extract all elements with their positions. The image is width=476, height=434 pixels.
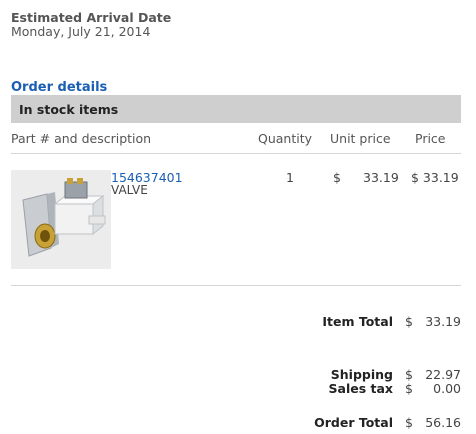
order-total-currency: $: [405, 415, 413, 430]
product-image[interactable]: [11, 170, 111, 269]
shipping-value: 22.97: [425, 367, 461, 382]
item-quantity: 1: [286, 170, 294, 185]
sales-tax-currency: $: [405, 381, 413, 396]
column-header-unit-price: Unit price: [330, 131, 391, 146]
sales-tax-label: Sales tax: [328, 381, 393, 396]
item-price: $ 33.19: [411, 170, 459, 185]
shipping-label: Shipping: [330, 367, 393, 382]
arrival-label: Estimated Arrival Date: [11, 10, 172, 25]
shipping-currency: $: [405, 367, 413, 382]
item-total-value: 33.19: [425, 314, 461, 329]
item-total-label: Item Total: [322, 314, 393, 329]
column-header-quantity: Quantity: [258, 131, 313, 146]
item-unit-price: 33.19: [363, 170, 399, 185]
arrival-date: Monday, July 21, 2014: [11, 24, 151, 39]
items-divider: [11, 285, 461, 286]
order-total-label: Order Total: [314, 415, 393, 430]
order-details-link[interactable]: Order details: [11, 80, 107, 95]
item-total-currency: $: [405, 314, 413, 329]
part-description: VALVE: [111, 183, 148, 197]
section-header: In stock items: [11, 95, 461, 123]
sales-tax-value: 0.00: [433, 381, 461, 396]
valve-image-icon: [11, 170, 111, 269]
order-total-value: 56.16: [425, 415, 461, 430]
unit-price-currency: $: [333, 170, 341, 185]
column-header-part: Part # and description: [11, 131, 152, 146]
column-header-price: Price: [415, 131, 446, 146]
header-divider: [11, 153, 461, 154]
section-title: In stock items: [19, 102, 119, 117]
